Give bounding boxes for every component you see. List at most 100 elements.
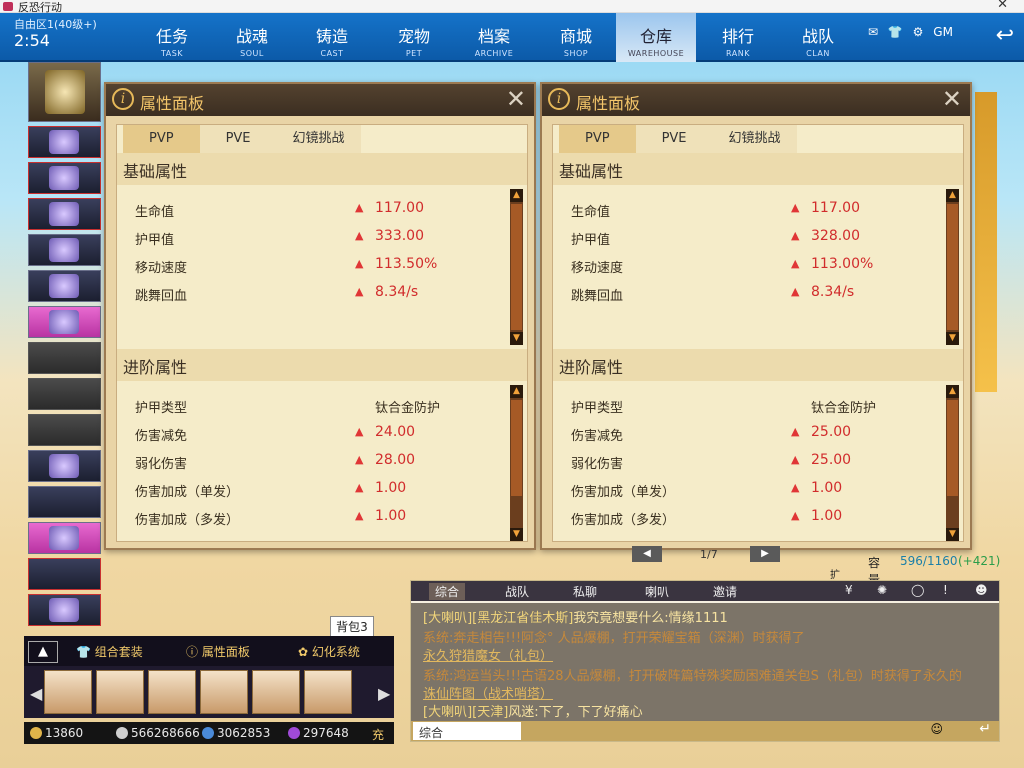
attribute-row: 移动速度 ▲ 113.00% (553, 251, 963, 279)
next-page-button[interactable]: ▶ (750, 546, 780, 562)
alert-icon[interactable]: ! (943, 583, 948, 597)
equip-slot[interactable] (28, 522, 101, 554)
equip-slot[interactable] (28, 486, 101, 518)
equip-slot[interactable] (28, 198, 101, 230)
top-navigation: 自由区1(40级+) 2:54 任务 TASK 战魂 SOUL 铸造 CAST 宠物 PET 档… (0, 13, 1024, 62)
chat-tab-private[interactable]: 私聊 (573, 583, 597, 600)
nav-shop[interactable]: 商城 SHOP (536, 13, 616, 62)
scroll-down-arrow[interactable]: ▼ (510, 528, 523, 541)
cat-call-button[interactable] (28, 594, 101, 626)
equip-slot[interactable] (28, 558, 101, 590)
inventory-item[interactable] (252, 670, 300, 714)
attribute-name: 生命值 (135, 205, 175, 220)
transmog-button[interactable]: ✿ 幻化系统 (298, 643, 360, 660)
currency-icon[interactable]: ¥ (845, 583, 853, 597)
nav-rank[interactable]: 排行 RANK (698, 13, 778, 62)
scroll-up-arrow[interactable]: ▲ (510, 385, 523, 398)
chat-item-link[interactable]: 永久狩猎魔女（礼包） (423, 649, 553, 664)
chat-channel-select[interactable]: 综合 (413, 722, 521, 740)
capacity-bonus: (+421) (958, 554, 1001, 568)
inventory-item[interactable] (96, 670, 144, 714)
equip-slot[interactable] (28, 126, 101, 158)
nav-clan[interactable]: 战队 CLAN (778, 13, 858, 62)
axe-icon (49, 202, 79, 226)
inventory-item[interactable] (44, 670, 92, 714)
attribute-value: 113.00% (811, 256, 874, 272)
advanced-attribute-list: 护甲类型 钛合金防护 伤害减免 ▲ 25.00 弱化伤害 ▲ 25.00 伤害加成（单发） ▲ 1.… (553, 385, 963, 541)
nav-label: 战队 (801, 27, 834, 46)
inventory-item[interactable] (148, 670, 196, 714)
inventory-item[interactable] (200, 670, 248, 714)
equip-slot[interactable] (28, 342, 101, 374)
equip-slot[interactable] (28, 234, 101, 266)
panel-tab[interactable]: PVE (635, 125, 713, 153)
attribute-row: 护甲值 ▲ 333.00 (117, 223, 527, 251)
scroll-up-arrow[interactable]: ▲ (946, 385, 959, 398)
equip-slot[interactable] (28, 306, 101, 338)
scrollbar[interactable]: ▲ ▼ (946, 385, 959, 541)
nav-cast[interactable]: 铸造 CAST (292, 13, 372, 62)
increase-arrow-icon: ▲ (355, 509, 364, 522)
chat-tab-all[interactable]: 综合 (429, 583, 466, 600)
equip-slot[interactable] (28, 414, 101, 446)
chat-item-link[interactable]: 诛仙阵图（战术哨塔） (423, 687, 553, 702)
prev-page-button[interactable]: ◀ (632, 546, 662, 562)
settings-icon[interactable]: ✺ (877, 583, 887, 597)
bag-prev-arrow[interactable]: ◀ (30, 684, 42, 703)
scrollbar[interactable]: ▲ ▼ (946, 189, 959, 345)
equip-slot[interactable] (28, 270, 101, 302)
nav-archive[interactable]: 档案 ARCHIVE (454, 13, 534, 62)
equip-slot[interactable] (28, 450, 101, 482)
panel-tab[interactable]: 幻镜挑战 (276, 125, 361, 153)
scroll-down-arrow[interactable]: ▼ (946, 332, 959, 345)
mail-icon[interactable]: ✉ (868, 25, 878, 39)
bubble-icon[interactable]: ◯ (911, 583, 924, 597)
nav-soul[interactable]: 战魂 SOUL (212, 13, 292, 62)
chat-tab-clan[interactable]: 战队 (505, 583, 529, 600)
scroll-thumb[interactable] (511, 400, 522, 496)
scrollbar[interactable]: ▲ ▼ (510, 189, 523, 345)
recharge-button[interactable]: 充 (372, 726, 384, 743)
attribute-panel-button[interactable]: ⓘ 属性面板 (186, 643, 250, 660)
emoji-icon[interactable]: ☺ (930, 722, 943, 736)
panel-tab[interactable]: PVP (559, 125, 636, 153)
page-indicator: 1/7 (700, 548, 718, 561)
equip-slot[interactable] (28, 162, 101, 194)
scroll-down-arrow[interactable]: ▼ (510, 332, 523, 345)
scroll-down-arrow[interactable]: ▼ (946, 528, 959, 541)
equip-slot[interactable] (28, 378, 101, 410)
gear-icon[interactable]: ⚙ (913, 25, 924, 39)
scroll-up-arrow[interactable]: ▲ (510, 189, 523, 202)
nav-sublabel: SOUL (240, 49, 264, 58)
equip-slot-top[interactable] (28, 62, 101, 122)
shirt-icon[interactable]: 👕 (888, 25, 903, 39)
attribute-row: 生命值 ▲ 117.00 (553, 195, 963, 223)
scrollbar[interactable]: ▲ ▼ (510, 385, 523, 541)
scroll-thumb[interactable] (947, 400, 958, 496)
send-icon[interactable]: ↵ (979, 721, 991, 737)
friends-icon[interactable]: ☻ (975, 583, 988, 597)
nav-task[interactable]: 任务 TASK (132, 13, 212, 62)
nav-warehouse[interactable]: 仓库 WAREHOUSE (616, 13, 696, 62)
scroll-thumb[interactable] (511, 204, 522, 330)
chat-tab-speaker[interactable]: 喇叭 (645, 583, 669, 600)
scroll-up-arrow[interactable]: ▲ (946, 189, 959, 202)
increase-arrow-icon: ▲ (355, 285, 364, 298)
inventory-item[interactable] (304, 670, 352, 714)
scroll-thumb[interactable] (947, 204, 958, 330)
bag-tab-label[interactable]: 背包3 (330, 616, 374, 638)
nav-pet[interactable]: 宠物 PET (374, 13, 454, 62)
bag-next-arrow[interactable]: ▶ (378, 684, 390, 703)
back-button[interactable]: ↩ (996, 23, 1014, 48)
panel-tab[interactable]: PVE (199, 125, 277, 153)
attribute-panel-right: i 属性面板 ✕ PVP PVE 幻镜挑战 基础属性 生命值 ▲ 117.00 护甲值 ▲ 328.00… (540, 82, 972, 550)
window-close-button[interactable]: ✕ (997, 0, 1008, 12)
collapse-button[interactable]: ▲ (28, 641, 58, 663)
panel-tab[interactable]: PVP (123, 125, 200, 153)
panel-close-button[interactable]: ✕ (942, 85, 962, 113)
panel-tab[interactable]: 幻镜挑战 (712, 125, 797, 153)
combo-set-button[interactable]: 👕 组合套装 (76, 643, 143, 660)
chat-tab-invite[interactable]: 邀请 (713, 583, 737, 600)
panel-close-button[interactable]: ✕ (506, 85, 526, 113)
gm-button[interactable]: GM (933, 25, 953, 39)
